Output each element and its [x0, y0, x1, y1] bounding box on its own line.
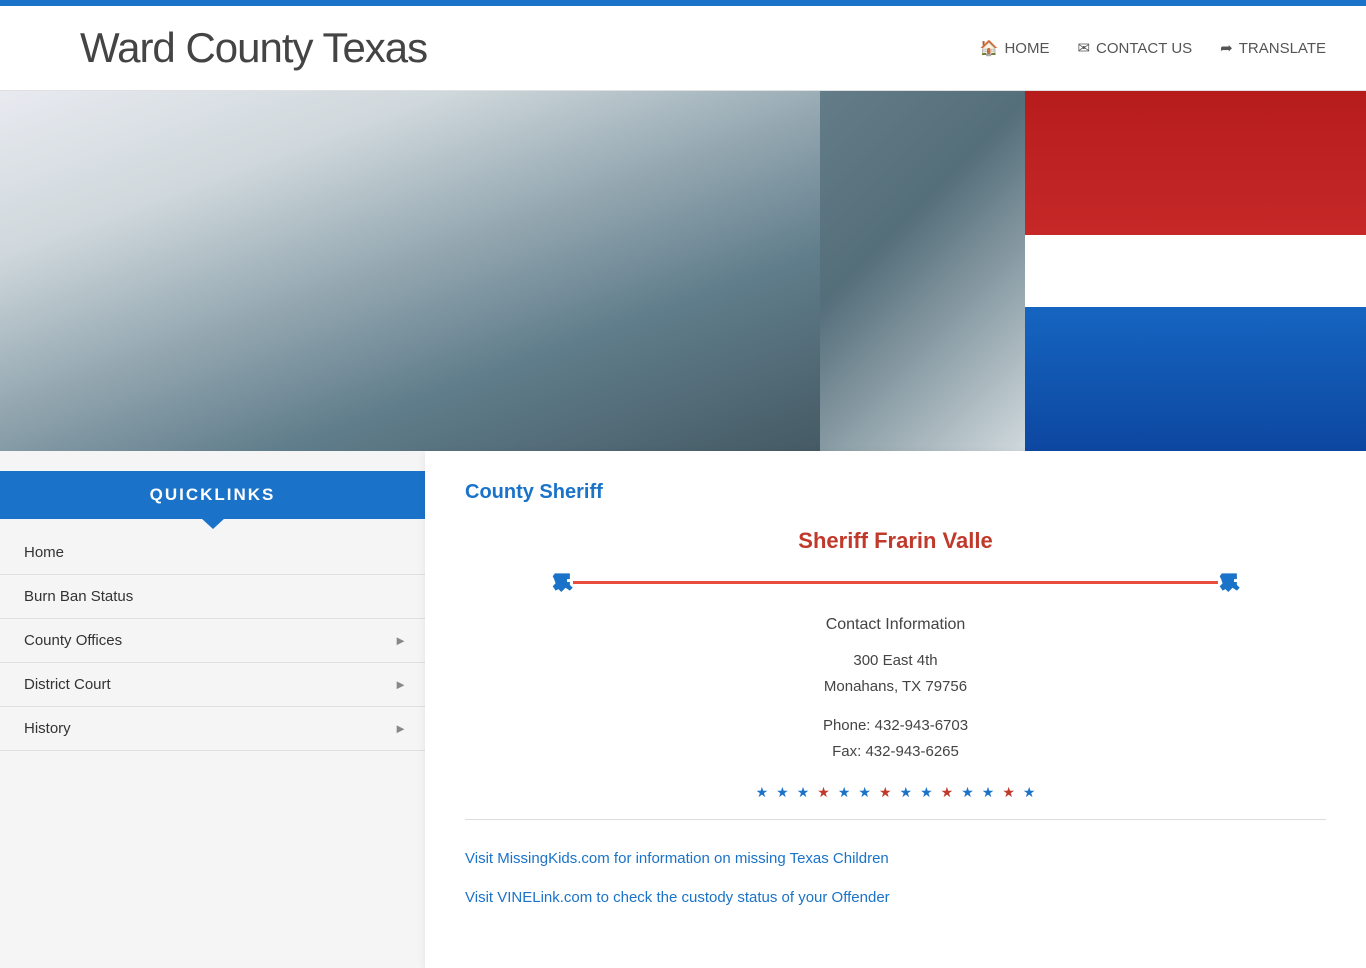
star-icon: ★	[776, 784, 789, 801]
main-layout: QUICKLINKS Home Burn Ban Status County O…	[0, 451, 1366, 968]
star-icon: ★	[817, 784, 830, 801]
sidebar-link-history[interactable]: History ►	[0, 707, 425, 750]
red-line	[573, 581, 1218, 584]
star-icon: ★	[756, 784, 769, 801]
star-icon: ★	[1023, 784, 1036, 801]
phone-fax: Phone: 432-943-6703 Fax: 432-943-6265	[465, 713, 1326, 764]
home-nav-link[interactable]: 🏠 HOME	[980, 39, 1050, 57]
content-area: County Sheriff Sheriff Frarin Valle Cont…	[425, 451, 1366, 968]
star-icon: ★	[838, 784, 851, 801]
translate-nav-link[interactable]: ➦ TRANSLATE	[1220, 39, 1326, 57]
sidebar: QUICKLINKS Home Burn Ban Status County O…	[0, 451, 425, 968]
star-icon: ★	[900, 784, 913, 801]
star-icon: ★	[858, 784, 871, 801]
translate-icon: ➦	[1220, 39, 1233, 57]
star-icon: ★	[920, 784, 933, 801]
horizontal-rule	[465, 819, 1326, 820]
sidebar-item-burn-ban[interactable]: Burn Ban Status	[0, 575, 425, 619]
star-icon: ★	[879, 784, 892, 801]
sidebar-link-county-offices[interactable]: County Offices ►	[0, 619, 425, 662]
contact-label: Contact Information	[465, 616, 1326, 634]
sheriff-name: Sheriff Frarin Valle	[465, 528, 1326, 554]
star-icon: ★	[982, 784, 995, 801]
address: 300 East 4th Monahans, TX 79756	[465, 648, 1326, 699]
sidebar-item-county-offices[interactable]: County Offices ►	[0, 619, 425, 663]
vine-link[interactable]: Visit VINELink.com to check the custody …	[465, 889, 1326, 906]
chevron-right-icon: ►	[394, 721, 407, 736]
links-section: Visit MissingKids.com for information on…	[465, 840, 1326, 938]
site-header: Ward County Texas 🏠 HOME ✉ CONTACT US ➦ …	[0, 6, 1366, 91]
email-icon: ✉	[1077, 39, 1090, 57]
sidebar-item-district-court[interactable]: District Court ►	[0, 663, 425, 707]
sidebar-link-burn-ban[interactable]: Burn Ban Status	[0, 575, 425, 618]
contact-info: Contact Information 300 East 4th Monahan…	[465, 616, 1326, 764]
star-icon: ★	[1002, 784, 1015, 801]
home-icon: 🏠	[980, 39, 999, 57]
main-nav: 🏠 HOME ✉ CONTACT US ➦ TRANSLATE	[980, 39, 1326, 57]
sidebar-link-home[interactable]: Home	[0, 531, 425, 574]
star-icon: ★	[797, 784, 810, 801]
star-icon: ★	[961, 784, 974, 801]
chevron-right-icon: ►	[394, 677, 407, 692]
content-card: County Sheriff Sheriff Frarin Valle Cont…	[425, 451, 1366, 968]
contact-nav-link[interactable]: ✉ CONTACT US	[1077, 39, 1192, 57]
chevron-right-icon: ►	[394, 633, 407, 648]
site-title: Ward County Texas	[80, 24, 427, 72]
texas-divider	[551, 572, 1240, 592]
sidebar-item-history[interactable]: History ►	[0, 707, 425, 751]
star-icon: ★	[941, 784, 954, 801]
quicklinks-header: QUICKLINKS	[0, 471, 425, 519]
sidebar-link-district-court[interactable]: District Court ►	[0, 663, 425, 706]
missing-kids-link[interactable]: Visit MissingKids.com for information on…	[465, 850, 1326, 867]
sidebar-nav: Home Burn Ban Status County Offices ► Di…	[0, 531, 425, 751]
section-title: County Sheriff	[465, 481, 1326, 504]
sidebar-item-home[interactable]: Home	[0, 531, 425, 575]
stars-divider: ★ ★ ★ ★ ★ ★ ★ ★ ★ ★ ★ ★ ★ ★	[465, 784, 1326, 801]
hero-banner	[0, 91, 1366, 451]
texas-icon-right	[1218, 572, 1240, 592]
texas-icon-left	[551, 572, 573, 592]
